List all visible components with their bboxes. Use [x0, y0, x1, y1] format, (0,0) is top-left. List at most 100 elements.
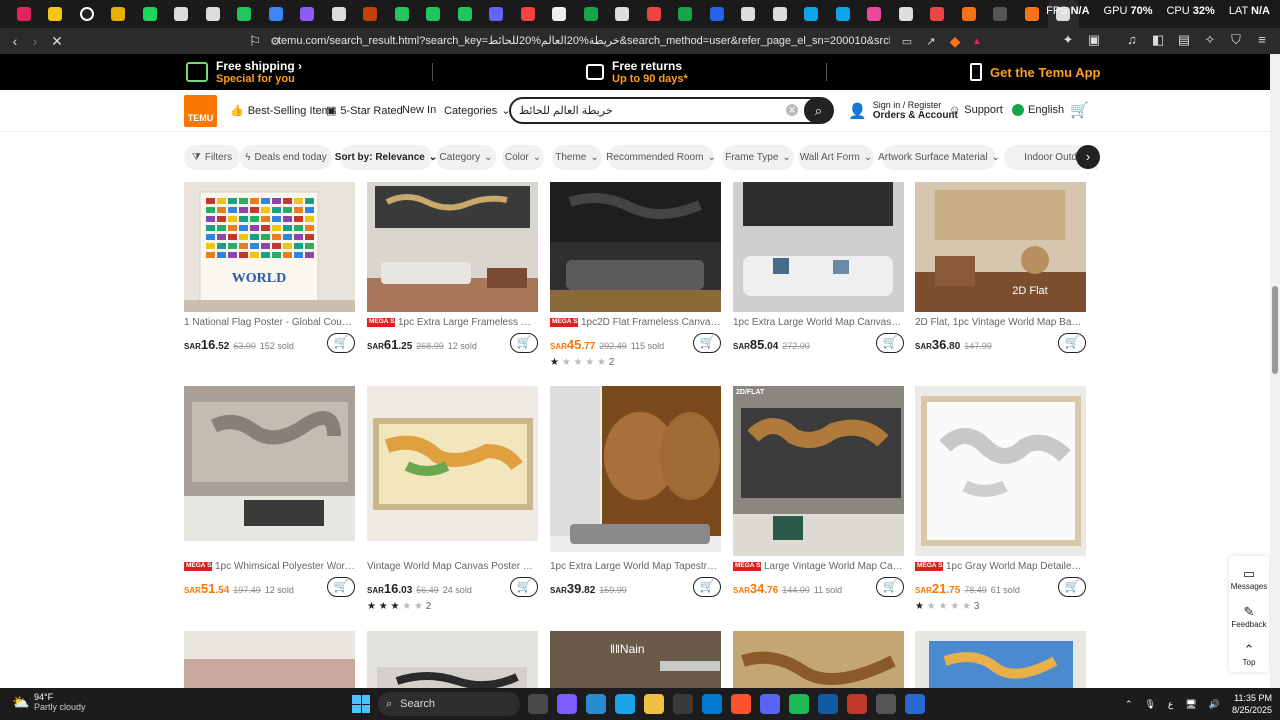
share-icon[interactable]: ↗: [920, 30, 942, 52]
product-title[interactable]: 1pc Extra Large World Map Canvas Print -…: [733, 317, 904, 328]
product-image[interactable]: [184, 631, 355, 688]
browser-tab[interactable]: [670, 0, 702, 28]
browser-tab[interactable]: [418, 0, 450, 28]
browser-tab[interactable]: [922, 0, 954, 28]
browser-tab[interactable]: [764, 0, 796, 28]
free-returns-promo[interactable]: Free returns Up to 90 days*: [586, 59, 688, 85]
app-icon[interactable]: [905, 694, 925, 714]
add-to-cart-icon[interactable]: 🛒: [876, 577, 904, 597]
browser-tab[interactable]: [355, 0, 387, 28]
browser-tab[interactable]: [386, 0, 418, 28]
search-input[interactable]: خريطة العالم للحائط: [519, 104, 779, 117]
categories-link[interactable]: Categories ⌄: [444, 104, 510, 118]
add-to-cart-icon[interactable]: 🛒: [327, 577, 355, 597]
cart-icon[interactable]: 🛒: [1070, 101, 1089, 119]
language-selector[interactable]: English: [1012, 104, 1064, 116]
taskbar-search[interactable]: ⌕ Search: [378, 692, 520, 716]
filter-chip[interactable]: Frame Type ⌄: [722, 145, 794, 170]
input-language[interactable]: ع: [1168, 699, 1173, 710]
five-star-link[interactable]: ▣ 5-Star Rated: [326, 104, 403, 118]
browser-tab[interactable]: [103, 0, 135, 28]
browser-tab[interactable]: [197, 0, 229, 28]
brave-shield-icon[interactable]: ◆: [944, 30, 966, 52]
vpn-icon[interactable]: ⛉: [1228, 32, 1244, 48]
product-card[interactable]: MEGA SAVING1pc2D Flat Frameless Canvas M…: [550, 182, 721, 382]
volume-icon[interactable]: 🔊: [1209, 699, 1220, 710]
add-to-cart-icon[interactable]: 🛒: [327, 333, 355, 353]
back-arrow-icon[interactable]: ‹: [4, 30, 26, 52]
browser-tab[interactable]: [229, 0, 261, 28]
messages-button[interactable]: ▭ Messages: [1229, 566, 1269, 591]
browser-tab[interactable]: [512, 0, 544, 28]
search-button[interactable]: ⌕: [804, 98, 833, 123]
screenshot-icon[interactable]: ▣: [1086, 32, 1102, 48]
browser-tab[interactable]: [323, 0, 355, 28]
store-icon[interactable]: [673, 694, 693, 714]
filter-next-icon[interactable]: ›: [1076, 145, 1100, 169]
product-card[interactable]: MEGA SAVING1pc Whimsical Polyester World…: [184, 386, 355, 597]
browser-tab[interactable]: [71, 0, 103, 28]
network-icon[interactable]: 🖥: [1185, 699, 1196, 710]
product-card[interactable]: 1pc Extra Large World Map Tapestry - Vin…: [550, 386, 721, 597]
product-card[interactable]: Vintage World Map Canvas Poster 45.72x3.…: [367, 386, 538, 612]
clock[interactable]: 11:35 PM 8/25/2025: [1232, 692, 1272, 716]
browser-tab[interactable]: [575, 0, 607, 28]
brave-icon[interactable]: [731, 694, 751, 714]
menu-icon[interactable]: ≡: [1254, 32, 1270, 48]
feedback-button[interactable]: ✎ Feedback: [1229, 604, 1269, 629]
new-in-link[interactable]: New In: [402, 104, 436, 116]
browser-tab[interactable]: [260, 0, 292, 28]
product-image[interactable]: [367, 631, 538, 688]
filter-chip[interactable]: ⧩ Filters: [184, 145, 240, 170]
add-to-cart-icon[interactable]: 🛒: [1058, 333, 1086, 353]
browser-tab[interactable]: [701, 0, 733, 28]
product-image[interactable]: [367, 182, 538, 312]
product-title[interactable]: 1 National Flag Poster - Global Country …: [184, 317, 355, 328]
windows-start-icon[interactable]: [352, 695, 370, 713]
product-image[interactable]: WORLD: [184, 182, 355, 312]
extensions-icon[interactable]: ✦: [1060, 32, 1076, 48]
bookmark-icon[interactable]: ⚐: [244, 30, 266, 52]
cast-icon[interactable]: ▭: [896, 30, 918, 52]
browser-tab[interactable]: [8, 0, 40, 28]
filter-chip[interactable]: Theme ⌄: [552, 145, 602, 170]
product-image[interactable]: [550, 182, 721, 312]
discord-icon[interactable]: [760, 694, 780, 714]
clear-search-icon[interactable]: ✕: [786, 104, 798, 116]
get-app-promo[interactable]: Get the Temu App: [970, 63, 1101, 81]
browser-tab[interactable]: [733, 0, 765, 28]
product-image[interactable]: [915, 631, 1086, 688]
product-title[interactable]: MEGA SAVING1pc Extra Large Frameless Wor…: [367, 317, 538, 328]
ai-icon[interactable]: ✧: [1202, 32, 1218, 48]
product-card[interactable]: WORLD 1 National Flag Poster - Global Cou…: [184, 182, 355, 382]
product-title[interactable]: 2D Flat, 1pc Vintage World Map Backdrop …: [915, 317, 1086, 328]
add-to-cart-icon[interactable]: 🛒: [510, 577, 538, 597]
browser-tab[interactable]: [985, 0, 1017, 28]
filter-chip[interactable]: Recommended Room ⌄: [606, 145, 716, 170]
product-title[interactable]: MEGA SAVINGLarge Vintage World Map Canva…: [733, 561, 904, 572]
browser-tab[interactable]: [449, 0, 481, 28]
forward-arrow-icon[interactable]: ›: [24, 30, 46, 52]
browser-tab[interactable]: [1016, 0, 1048, 28]
browser-tab[interactable]: [40, 0, 72, 28]
add-to-cart-icon[interactable]: 🛒: [693, 577, 721, 597]
product-image[interactable]: [733, 631, 904, 688]
steam-icon[interactable]: [818, 694, 838, 714]
best-selling-link[interactable]: 👍 Best-Selling Items: [230, 104, 336, 118]
mic-icon[interactable]: 🎙: [1144, 699, 1155, 710]
product-image[interactable]: 2D Flat: [915, 182, 1086, 312]
browser-tab[interactable]: [953, 0, 985, 28]
product-title[interactable]: MEGA SAVING1pc2D Flat Frameless Canvas M…: [550, 317, 721, 328]
filter-chip[interactable]: Sort by: Relevance ⌄: [335, 145, 437, 170]
scrollbar-thumb[interactable]: [1272, 286, 1278, 374]
outlook-icon[interactable]: [702, 694, 722, 714]
browser-tab[interactable]: [481, 0, 513, 28]
browser-tab[interactable]: [827, 0, 859, 28]
settings-icon[interactable]: [876, 694, 896, 714]
filter-chip[interactable]: Color ⌄: [502, 145, 544, 170]
product-image[interactable]: ǁǁNain: [550, 631, 721, 688]
spotify-icon[interactable]: [789, 694, 809, 714]
app-icon[interactable]: [847, 694, 867, 714]
add-to-cart-icon[interactable]: 🛒: [1058, 577, 1086, 597]
support-link[interactable]: ☺ Support: [949, 104, 1003, 116]
